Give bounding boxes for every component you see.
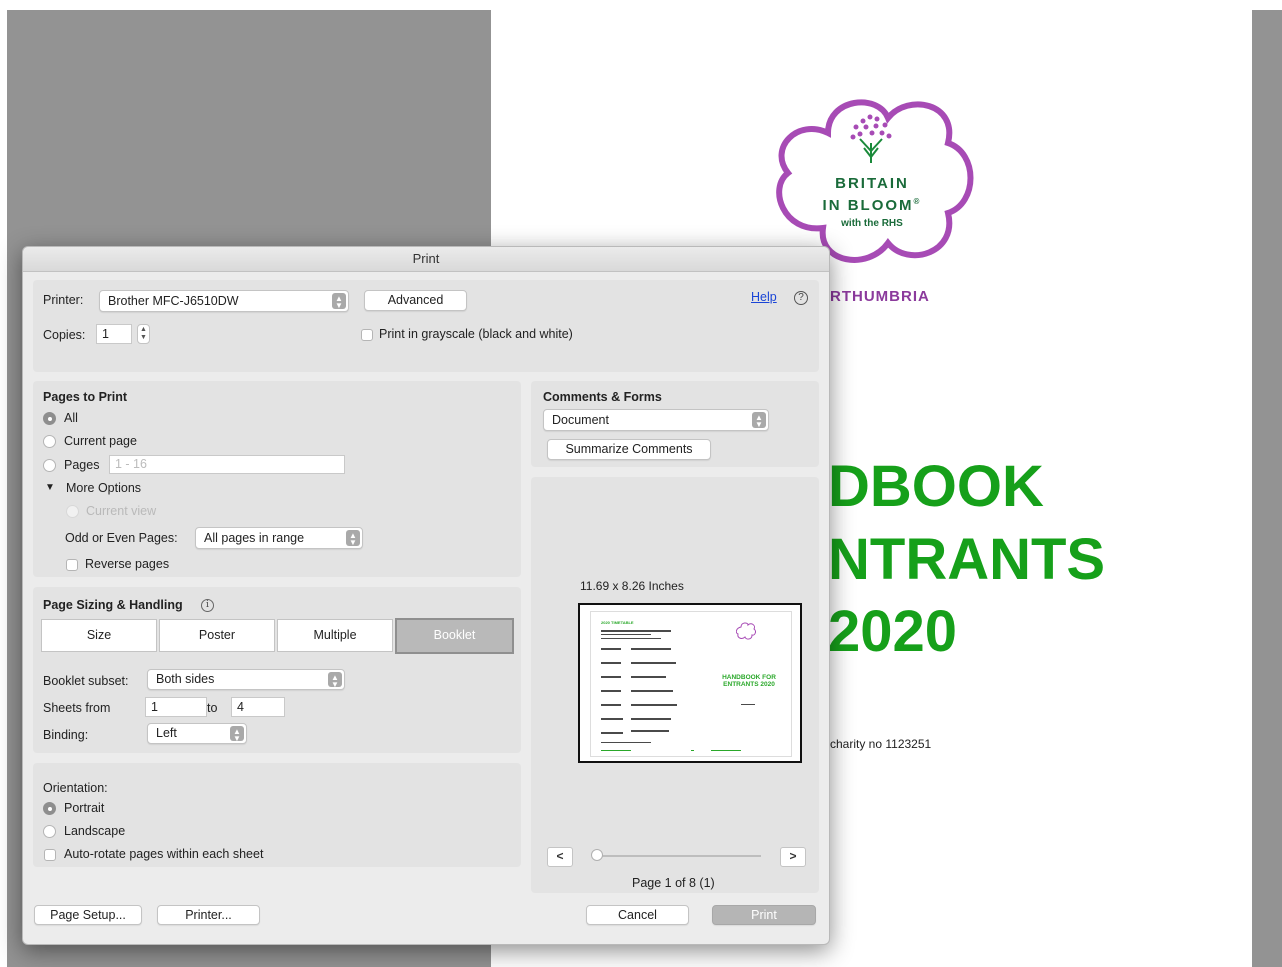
tab-multiple[interactable]: Multiple: [277, 619, 393, 652]
comments-forms-value: Document: [552, 413, 609, 427]
page-slider-thumb[interactable]: [591, 849, 603, 861]
printer-value: Brother MFC-J6510DW: [108, 294, 239, 308]
pages-to-print-header: Pages to Print: [43, 390, 128, 404]
next-page-button[interactable]: >: [780, 847, 806, 867]
preview-panel: 11.69 x 8.26 Inches 2020 TIMETABLE HANDB…: [531, 477, 819, 893]
radio-portrait-label: Portrait: [64, 801, 105, 815]
radio-landscape-label: Landscape: [64, 824, 126, 838]
page-sizing-header: Page Sizing & Handling: [43, 598, 183, 612]
document-title-line3: 2020: [828, 599, 958, 664]
pages-range-input[interactable]: 1 - 16: [109, 455, 345, 474]
thumbnail-page: 2020 TIMETABLE HANDBOOK FOR ENTRANTS 202…: [590, 611, 792, 757]
pages-to-print-panel: Pages to Print All Current page Pages 1 …: [33, 381, 521, 577]
tab-booklet[interactable]: Booklet: [395, 618, 514, 654]
page-slider-track[interactable]: [593, 855, 761, 857]
radio-landscape[interactable]: [43, 825, 56, 838]
printer-panel: Printer: Brother MFC-J6510DW ▲ ▼ Advanced…: [33, 280, 819, 372]
document-title-line1: DBOOK: [828, 454, 1044, 519]
radio-portrait[interactable]: [43, 802, 56, 815]
page-thumbnail: 2020 TIMETABLE HANDBOOK FOR ENTRANTS 202…: [578, 603, 802, 763]
radio-all-label: All: [64, 411, 78, 425]
paper-size-label: 11.69 x 8.26 Inches: [580, 579, 684, 593]
help-icon[interactable]: ?: [794, 291, 808, 305]
dialog-title: Print: [23, 247, 829, 272]
cancel-button[interactable]: Cancel: [586, 905, 689, 925]
booklet-subset-label: Booklet subset:: [43, 674, 129, 688]
binding-select[interactable]: Left ▲ ▼: [147, 723, 247, 744]
print-dialog: Print Printer: Brother MFC-J6510DW ▲ ▼ Ad…: [22, 246, 830, 945]
document-region: RTHUMBRIA: [830, 288, 930, 305]
sheets-from-label: Sheets from: [43, 701, 111, 715]
updown-chevron-icon: ▲ ▼: [230, 726, 244, 743]
auto-rotate-checkbox[interactable]: [44, 849, 56, 861]
binding-value: Left: [156, 726, 177, 740]
radio-current-page-label: Current page: [64, 434, 137, 448]
document-backdrop-right: [1252, 10, 1282, 967]
sheets-to-label: to: [207, 701, 218, 715]
odd-even-value: All pages in range: [204, 531, 305, 545]
thumb-right-title: HANDBOOK FOR ENTRANTS 2020: [722, 674, 776, 688]
print-button[interactable]: Print: [712, 905, 816, 925]
reverse-pages-checkbox[interactable]: [66, 559, 78, 571]
logo-line1: BRITAIN: [835, 175, 909, 192]
radio-current-view[interactable]: [66, 505, 79, 518]
logo-line3: with the RHS: [841, 218, 903, 229]
disclosure-triangle-icon[interactable]: ▼: [45, 482, 55, 493]
radio-current-view-label: Current view: [86, 504, 157, 518]
reverse-pages-label: Reverse pages: [85, 557, 170, 571]
odd-even-select[interactable]: All pages in range ▲ ▼: [195, 527, 363, 549]
page-info: Page 1 of 8 (1): [632, 876, 715, 890]
comments-forms-panel: Comments & Forms Document ▲ ▼ Summarize C…: [531, 381, 819, 467]
updown-chevron-icon: ▲ ▼: [752, 412, 766, 429]
binding-label: Binding:: [43, 728, 89, 742]
orientation-header: Orientation:: [43, 781, 108, 795]
info-icon[interactable]: i: [201, 599, 214, 612]
grayscale-checkbox[interactable]: [361, 329, 373, 341]
page-sizing-panel: Page Sizing & Handling i Size Poster Mul…: [33, 587, 521, 753]
orientation-panel: Orientation: Portrait Landscape Auto-rot…: [33, 763, 521, 867]
booklet-subset-select[interactable]: Both sides ▲ ▼: [147, 669, 345, 690]
advanced-button[interactable]: Advanced: [364, 290, 467, 311]
updown-chevron-icon: ▲ ▼: [332, 293, 346, 310]
copies-label: Copies:: [43, 328, 86, 342]
printer-button[interactable]: Printer...: [157, 905, 260, 925]
updown-chevron-icon: ▲ ▼: [346, 530, 360, 547]
prev-page-button[interactable]: <: [547, 847, 573, 867]
document-title-line2: NTRANTS: [828, 527, 1106, 592]
odd-even-label: Odd or Even Pages:: [65, 531, 178, 545]
more-options-label[interactable]: More Options: [66, 481, 141, 495]
radio-current-page[interactable]: [43, 435, 56, 448]
auto-rotate-label: Auto-rotate pages within each sheet: [64, 847, 264, 861]
comments-forms-select[interactable]: Document ▲ ▼: [543, 409, 769, 431]
tab-poster[interactable]: Poster: [159, 619, 275, 652]
sheets-to-input[interactable]: 4: [231, 697, 285, 717]
printer-label: Printer:: [43, 293, 84, 307]
top-strip: [0, 0, 1282, 10]
thumb-left-title: 2020 TIMETABLE: [601, 620, 634, 625]
radio-all[interactable]: [43, 412, 56, 425]
thumb-logo-icon: [736, 622, 756, 640]
radio-pages[interactable]: [43, 459, 56, 472]
tab-size[interactable]: Size: [41, 619, 157, 652]
left-edge: [0, 10, 7, 967]
copies-input[interactable]: 1: [96, 324, 132, 344]
grayscale-label: Print in grayscale (black and white): [379, 327, 573, 341]
summarize-comments-button[interactable]: Summarize Comments: [547, 439, 711, 460]
printer-select[interactable]: Brother MFC-J6510DW ▲ ▼: [99, 290, 349, 312]
logo-text: BRITAIN IN BLOOM® with the RHS: [768, 175, 976, 233]
copies-stepper[interactable]: ▲ ▼: [137, 324, 150, 344]
booklet-subset-value: Both sides: [156, 672, 215, 686]
sheets-from-input[interactable]: 1: [145, 697, 207, 717]
updown-chevron-icon: ▲ ▼: [328, 672, 342, 689]
help-link[interactable]: Help: [751, 290, 777, 304]
logo-line2: IN BLOOM®: [822, 197, 922, 214]
document-charity-number: charity no 1123251: [830, 737, 932, 751]
page-setup-button[interactable]: Page Setup...: [34, 905, 142, 925]
radio-pages-label: Pages: [64, 458, 100, 472]
comments-forms-header: Comments & Forms: [543, 390, 662, 404]
